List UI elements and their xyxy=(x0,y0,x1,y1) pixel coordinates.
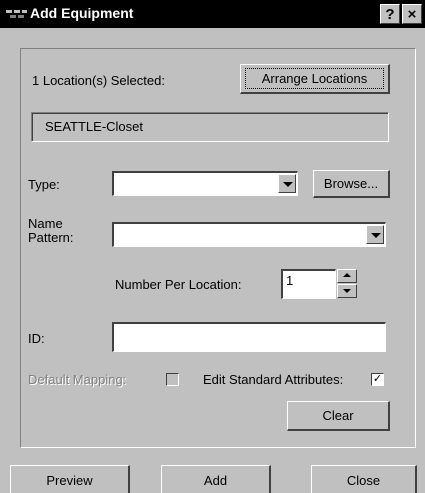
type-dropdown-arrow-icon[interactable] xyxy=(278,174,296,193)
preview-button[interactable]: Preview xyxy=(10,465,130,493)
selected-locations-box: SEATTLE-Closet xyxy=(31,112,389,142)
number-per-location-input[interactable]: 1 xyxy=(281,269,336,299)
spin-down-arrow-icon[interactable] xyxy=(337,284,357,298)
help-button[interactable]: ? xyxy=(380,4,400,24)
name-pattern-label-line2: Pattern: xyxy=(28,230,74,245)
default-mapping-checkbox xyxy=(166,373,179,386)
type-dropdown[interactable] xyxy=(112,171,298,196)
equipment-group-box xyxy=(20,48,416,448)
clear-button[interactable]: Clear xyxy=(287,401,390,431)
number-per-location-label: Number Per Location: xyxy=(115,277,242,292)
window-title: Add Equipment xyxy=(30,5,134,21)
name-pattern-label-line1: Name xyxy=(28,216,63,231)
arrange-locations-button[interactable]: Arrange Locations xyxy=(240,64,390,94)
arrange-locations-label: Arrange Locations xyxy=(245,68,384,89)
edit-standard-attributes-checkbox[interactable]: ✓ xyxy=(371,373,384,386)
selected-location-name: SEATTLE-Closet xyxy=(45,119,144,134)
add-button[interactable]: Add xyxy=(161,465,271,493)
edit-standard-attributes-label: Edit Standard Attributes: xyxy=(203,372,344,387)
id-label: ID: xyxy=(28,331,45,346)
name-pattern-label: Name Pattern: xyxy=(28,217,74,245)
close-button[interactable]: Close xyxy=(311,465,417,493)
checkmark-icon: ✓ xyxy=(372,373,383,385)
id-input[interactable] xyxy=(112,322,386,352)
name-pattern-dropdown-arrow-icon[interactable] xyxy=(366,225,384,244)
selection-status: 1 Location(s) Selected: xyxy=(32,73,165,88)
type-label: Type: xyxy=(28,177,60,192)
name-pattern-dropdown[interactable] xyxy=(112,222,386,247)
number-per-location-value: 1 xyxy=(286,273,294,288)
title-bar[interactable]: Add Equipment ? × xyxy=(0,0,425,28)
app-icon xyxy=(6,10,27,18)
default-mapping-label: Default Mapping: xyxy=(28,372,127,387)
close-window-button[interactable]: × xyxy=(402,4,422,24)
add-equipment-dialog: Add Equipment ? × 1 Location(s) Selected… xyxy=(0,0,425,493)
browse-button[interactable]: Browse... xyxy=(313,170,390,198)
spin-up-arrow-icon[interactable] xyxy=(337,269,357,283)
